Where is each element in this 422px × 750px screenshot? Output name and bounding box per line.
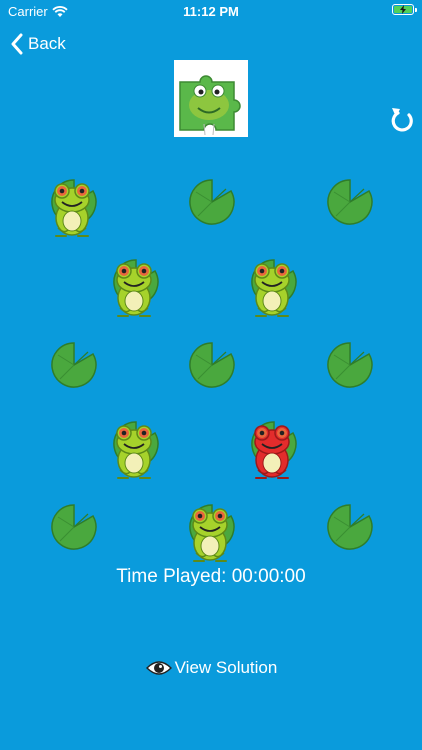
lily-pad-icon — [189, 342, 235, 388]
view-solution-button[interactable]: View Solution — [0, 658, 422, 678]
lily-pad-icon — [51, 504, 97, 550]
lily-pad-with-frog[interactable] — [50, 178, 98, 237]
green-frog-icon — [254, 263, 290, 317]
lily-pad[interactable] — [326, 341, 374, 389]
game-board — [0, 0, 422, 562]
lily-pad-icon — [51, 342, 97, 388]
red-frog-icon — [254, 425, 290, 479]
lily-pad-with-frog[interactable] — [188, 503, 236, 562]
time-played: Time Played: 00:00:00 — [0, 566, 422, 588]
green-frog-icon — [192, 508, 228, 562]
eye-icon — [145, 661, 172, 675]
green-frog-icon — [54, 183, 90, 237]
lily-pad[interactable] — [188, 341, 236, 389]
lily-pad-with-frog[interactable] — [112, 258, 160, 317]
green-frog-icon — [116, 425, 152, 479]
lily-pad-with-frog[interactable] — [250, 258, 298, 317]
lily-pad-icon — [327, 179, 373, 225]
lily-pad[interactable] — [326, 178, 374, 226]
lily-pad-with-frog[interactable] — [250, 420, 298, 479]
lily-pad[interactable] — [50, 503, 98, 551]
green-frog-icon — [116, 263, 152, 317]
lily-pad-icon — [327, 342, 373, 388]
lily-pad-with-frog[interactable] — [112, 420, 160, 479]
view-solution-label: View Solution — [174, 658, 278, 677]
lily-pad[interactable] — [50, 341, 98, 389]
lily-pad[interactable] — [188, 178, 236, 226]
lily-pad[interactable] — [326, 503, 374, 551]
lily-pad-icon — [327, 504, 373, 550]
time-played-value: 00:00:00 — [231, 566, 306, 587]
time-played-label: Time Played: — [116, 566, 227, 587]
lily-pad-icon — [189, 179, 235, 225]
